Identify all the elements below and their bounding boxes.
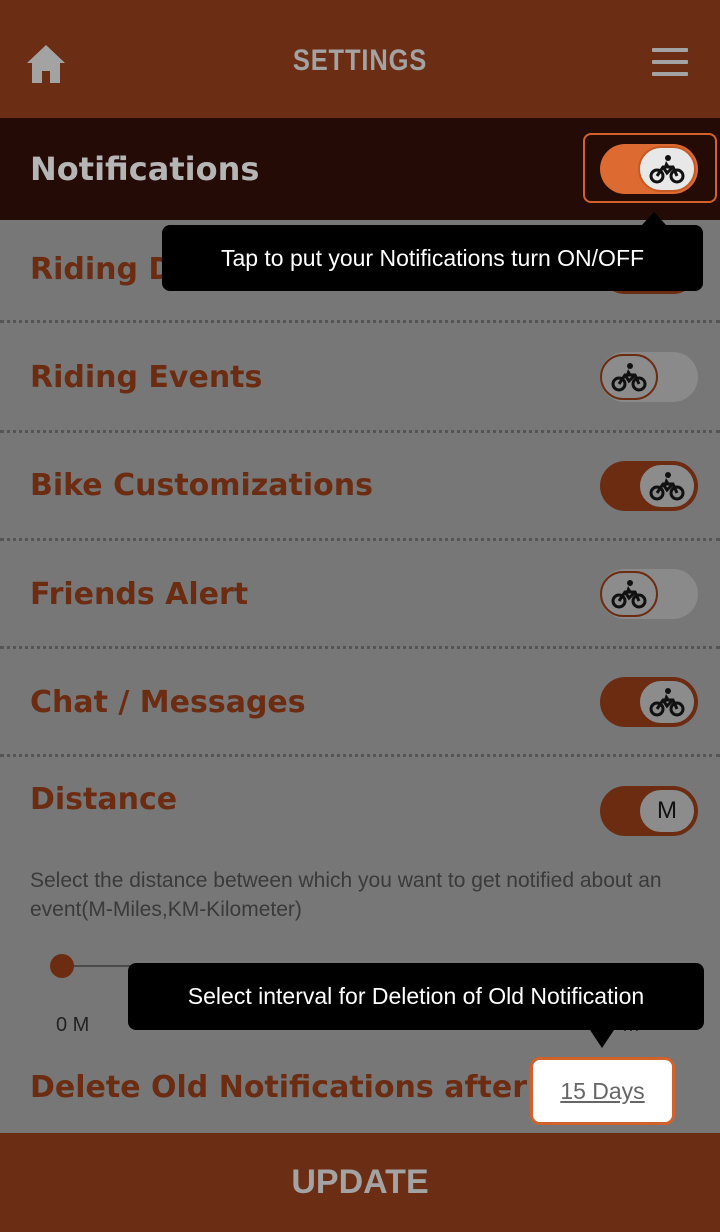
setting-toggle-chat-messages[interactable] xyxy=(600,677,698,727)
divider xyxy=(0,430,720,433)
setting-label-chat-messages: Chat / Messages xyxy=(30,685,306,720)
distance-label: Distance xyxy=(30,782,178,817)
divider xyxy=(0,320,720,323)
distance-slider-thumb[interactable] xyxy=(50,954,74,978)
app-header: SETTINGS xyxy=(0,0,720,118)
tooltip-delete-interval-text: Select interval for Deletion of Old Noti… xyxy=(187,983,645,1009)
tooltip-notifications-toggle: Tap to put your Notifications turn ON/OF… xyxy=(162,225,703,291)
setting-toggle-friends-alert[interactable] xyxy=(600,569,698,619)
setting-toggle-riding-events[interactable] xyxy=(600,352,698,402)
delete-interval-value: 15 Days xyxy=(560,1077,645,1104)
divider xyxy=(0,754,720,757)
notifications-toggle[interactable] xyxy=(600,144,698,194)
update-button[interactable]: UPDATE xyxy=(0,1133,720,1232)
setting-toggle-bike-customizations[interactable] xyxy=(600,461,698,511)
divider xyxy=(0,538,720,541)
divider xyxy=(0,646,720,649)
setting-label-friends-alert: Friends Alert xyxy=(30,577,249,612)
delete-old-label: Delete Old Notifications after xyxy=(30,1070,527,1105)
motorbike-icon xyxy=(600,571,658,617)
tooltip-delete-interval: Select interval for Deletion of Old Noti… xyxy=(128,963,704,1030)
delete-interval-selector[interactable]: 15 Days xyxy=(530,1057,675,1125)
notifications-label: Notifications xyxy=(30,150,260,188)
distance-unit-text: M xyxy=(657,797,677,824)
setting-label-bike-customizations: Bike Customizations xyxy=(30,468,373,503)
distance-slider-min-label: 0 M xyxy=(56,1014,90,1036)
menu-icon[interactable] xyxy=(652,48,688,78)
setting-label-riding-events: Riding Events xyxy=(30,360,263,395)
motorbike-icon xyxy=(638,463,696,509)
distance-description: Select the distance between which you wa… xyxy=(30,869,662,921)
tooltip-notifications-toggle-text: Tap to put your Notifications turn ON/OF… xyxy=(220,244,645,271)
update-label: UPDATE xyxy=(291,1163,429,1201)
distance-unit-toggle[interactable]: M xyxy=(600,786,698,836)
tooltip-arrow xyxy=(590,1030,614,1048)
motorbike-icon xyxy=(600,354,658,400)
page-title: SETTINGS xyxy=(292,44,428,77)
distance-unit-knob: M xyxy=(638,788,696,834)
motorbike-icon xyxy=(638,146,696,192)
tooltip-arrow xyxy=(642,212,666,225)
motorbike-icon xyxy=(638,679,696,725)
